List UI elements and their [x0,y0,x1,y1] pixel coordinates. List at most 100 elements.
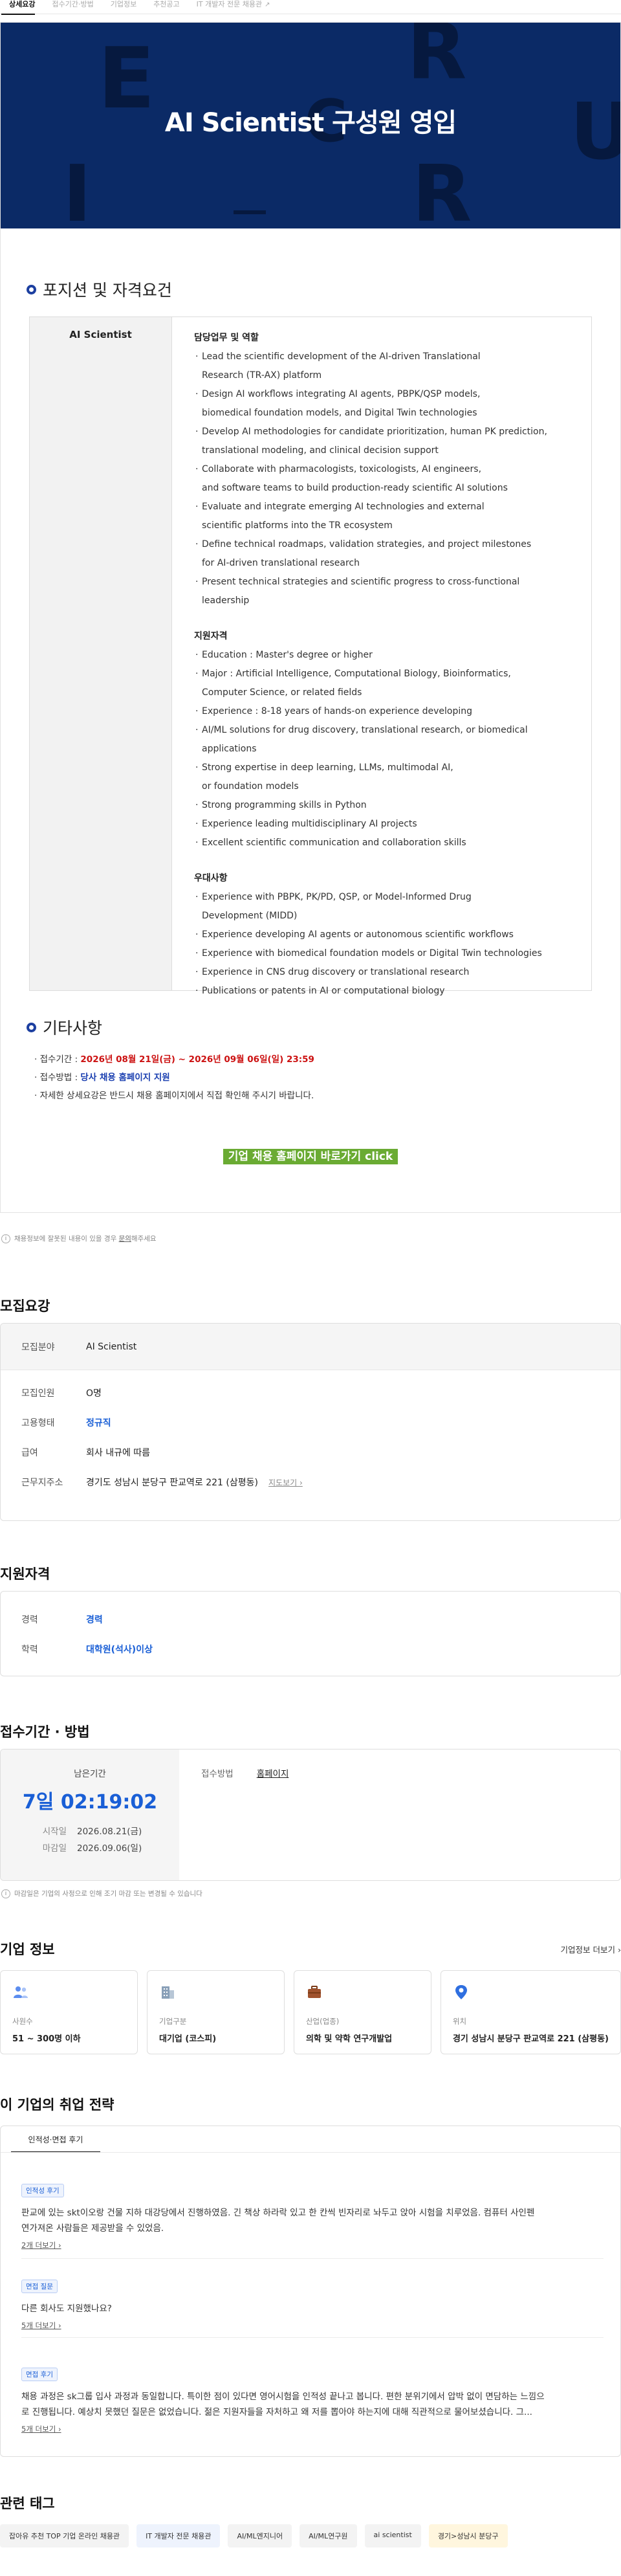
duties-title: 담당업무 및 역할 [194,333,259,343]
deadline-note-text: 마감일은 기업의 사정으로 인해 조기 마감 또는 변경될 수 있습니다 [14,1890,202,1898]
list-item-continued: leadership [202,595,250,606]
list-item: Experience in CNS drug discovery or tran… [194,963,591,982]
company-more-link[interactable]: 기업정보 더보기 › [561,1943,621,1955]
tag-item[interactable]: AI/ML엔지니어 [228,2524,292,2548]
card-label: 위치 [452,2017,467,2026]
deadline-panel: 남은기간 7일 02:19:02 시작일 2026.08.21(금) 마감일 202… [1,1749,179,1880]
misc-note: · 자세한 상세요강은 반드시 채용 홈페이지에서 직접 확인해 주시기 바랍니… [34,1091,314,1101]
apply-homepage-button[interactable]: 기업 채용 홈페이지 바로가기 click [223,1149,398,1164]
review-item: 면접 질문 다른 회사도 지원했나요? 5개 더보기 › [21,2279,604,2331]
recruit-row: 급여 회사 내규에 따름 [1,1438,620,1467]
tab-it-hall-label: IT 개발자 전문 채용관 [196,0,263,8]
row-key: 경력 [21,1615,38,1625]
list-item: AI/ML solutions for drug discovery, tran… [194,721,591,740]
list-item-continued: translational modeling, and clinical dec… [202,445,439,456]
position-table: AI Scientist 담당업무 및 역할 Lead the scientif… [29,316,592,1001]
list-item: Define technical roadmaps, validation st… [194,535,591,554]
map-view-link[interactable]: 지도보기 › [268,1477,303,1488]
strategy-title: 이 기업의 취업 전략 [0,2097,114,2113]
card-value: 51 ~ 300명 이하 [12,2034,81,2044]
circle-bullet-icon [27,1022,36,1032]
recruit-title: 모집요강 [0,1298,50,1314]
card-label: 산업(업종) [305,2017,340,2026]
review-more-link[interactable]: 2개 더보기 › [21,2240,604,2250]
row-value: 회사 내규에 따름 [86,1448,151,1458]
tag-item[interactable]: 잡아유 추천 TOP 기업 온라인 채용관 [0,2524,129,2548]
row-key: 학력 [21,1645,38,1655]
recruit-row: 근무지주소 경기도 성남시 분당구 판교역로 221 (삼평동) 지도보기 › [1,1467,620,1497]
list-item: Design AI workflows integrating AI agent… [194,385,591,404]
end-date: 마감일 2026.09.06(일) [42,1843,142,1854]
row-value: 경력 [86,1615,103,1625]
deadline-notice: i 마감일은 기업의 사정으로 인해 조기 마감 또는 변경될 수 있습니다 [1,1889,202,1898]
misc-section-head: 기타사항 [27,1016,620,1039]
list-item: Evaluate and integrate emerging AI techn… [194,498,591,516]
method-homepage-link[interactable]: 홈페이지 [257,1769,289,1779]
list-item: Collaborate with pharmacologists, toxico… [194,460,591,479]
info-card-industry: 산업(업종) 의학 및 약학 연구개발업 [293,1970,431,2054]
list-item: Major : Artificial Intelligence, Computa… [194,665,591,683]
job-poster: E R C U I R AI Scientist 구성원 영입 포지션 및 자격… [0,22,621,1213]
review-text: 다른 회사도 지원했나요? [21,2304,112,2314]
list-item-continued: Research (TR-AX) platform [202,370,322,381]
card-label: 기업구분 [158,2017,187,2026]
role-name: AI Scientist [30,317,172,990]
review-more-link[interactable]: 5개 더보기 › [21,2424,604,2434]
role-details: 담당업무 및 역할 Lead the scientific developmen… [172,317,591,1001]
tag-item[interactable]: 경기>성남시 분당구 [428,2524,508,2548]
period-card: 남은기간 7일 02:19:02 시작일 2026.08.21(금) 마감일 202… [0,1749,621,1881]
row-value: 정규직 [86,1418,111,1428]
tab-recommend[interactable]: 추천공고 [146,0,188,14]
prefs-title: 우대사항 [194,873,228,883]
row-value: AI Scientist [86,1341,137,1352]
misc-method: · 접수방법 : 당사 채용 홈페이지 지원 [34,1072,170,1083]
list-item: Strong programming skills in Python [194,796,591,815]
misc-period-value: 2026년 08월 21일(금) ~ 2026년 09월 06일(일) 23:5… [80,1054,314,1065]
tab-detail[interactable]: 상세요강 [1,0,44,15]
row-key: 근무지주소 [21,1478,63,1488]
position-section-title: 포지션 및 자격요건 [43,281,172,300]
review-badge: 면접 질문 [21,2280,58,2293]
card-value: 대기업 (코스피) [158,2034,217,2044]
tag-item[interactable]: AI/ML연구원 [300,2524,357,2548]
list-item-continued: Development (MIDD) [202,911,298,921]
review-more-link[interactable]: 5개 더보기 › [21,2320,604,2331]
review-item: 인적성 후기 판교에 있는 skt이오랑 건물 지하 대강당에서 진행하였음. … [21,2183,604,2250]
bg-dash [234,210,266,214]
list-item-continued: scientific platforms into the TR ecosyst… [202,520,393,531]
list-item: Develop AI methodologies for candidate p… [194,423,591,441]
list-item: Education : Master's degree or higher [194,646,591,665]
info-card-type: 기업구분 대기업 (코스피) [146,1970,285,2054]
period-title: 접수기간 · 방법 [0,1724,90,1740]
report-link[interactable]: 문의 [119,1235,131,1243]
row-value: 경기도 성남시 분당구 판교역로 221 (삼평동) [86,1478,258,1488]
tag-item[interactable]: ai scientist [364,2524,421,2548]
pin-icon [455,1985,467,1999]
strategy-card: 인적성·면접 후기 인적성 후기 판교에 있는 skt이오랑 건물 지하 대강당… [0,2126,621,2457]
info-icon: i [1,1234,10,1243]
recruit-row: 모집분야 AI Scientist [1,1324,620,1370]
misc-section-title: 기타사항 [43,1019,103,1038]
recruit-row: 모집인원 O명 [1,1378,620,1408]
tags-title: 관련 태그 [0,2496,55,2511]
tab-period[interactable]: 접수기간·방법 [44,0,102,14]
list-item: Present technical strategies and scienti… [194,573,591,592]
list-item: Lead the scientific development of the A… [194,348,591,366]
tag-item[interactable]: IT 개발자 전문 채용관 [136,2524,221,2548]
info-card-employees: 사원수 51 ~ 300명 이하 [0,1970,138,2054]
list-item-continued: applications [202,744,257,754]
qualification-card: 경력 경력 학력 대학원(석사)이상 [0,1591,621,1676]
start-date: 시작일 2026.08.21(금) [42,1827,142,1837]
tab-it-hall[interactable]: IT 개발자 전문 채용관 ↗ [189,0,279,14]
position-section-head: 포지션 및 자격요건 [27,278,620,301]
list-item-continued: for AI-driven translational research [202,558,360,568]
review-item: 면접 후기 채용 과정은 sk그룹 입사 과정과 동일합니다. 특이한 점이 있… [21,2367,604,2434]
bg-letter: R [407,23,467,97]
row-key: 모집인원 [21,1388,55,1399]
tag-list: 잡아유 추천 TOP 기업 온라인 채용관 IT 개발자 전문 채용관 AI/M… [0,2524,508,2548]
list-item-continued: or foundation models [202,781,299,792]
review-badge: 면접 후기 [21,2368,58,2381]
tab-company[interactable]: 기업정보 [103,0,146,14]
info-card-location: 위치 경기 성남시 분당구 판교역로 221 (삼평동) [440,1970,621,2054]
tab-interview-reviews[interactable]: 인적성·면접 후기 [11,2134,100,2153]
